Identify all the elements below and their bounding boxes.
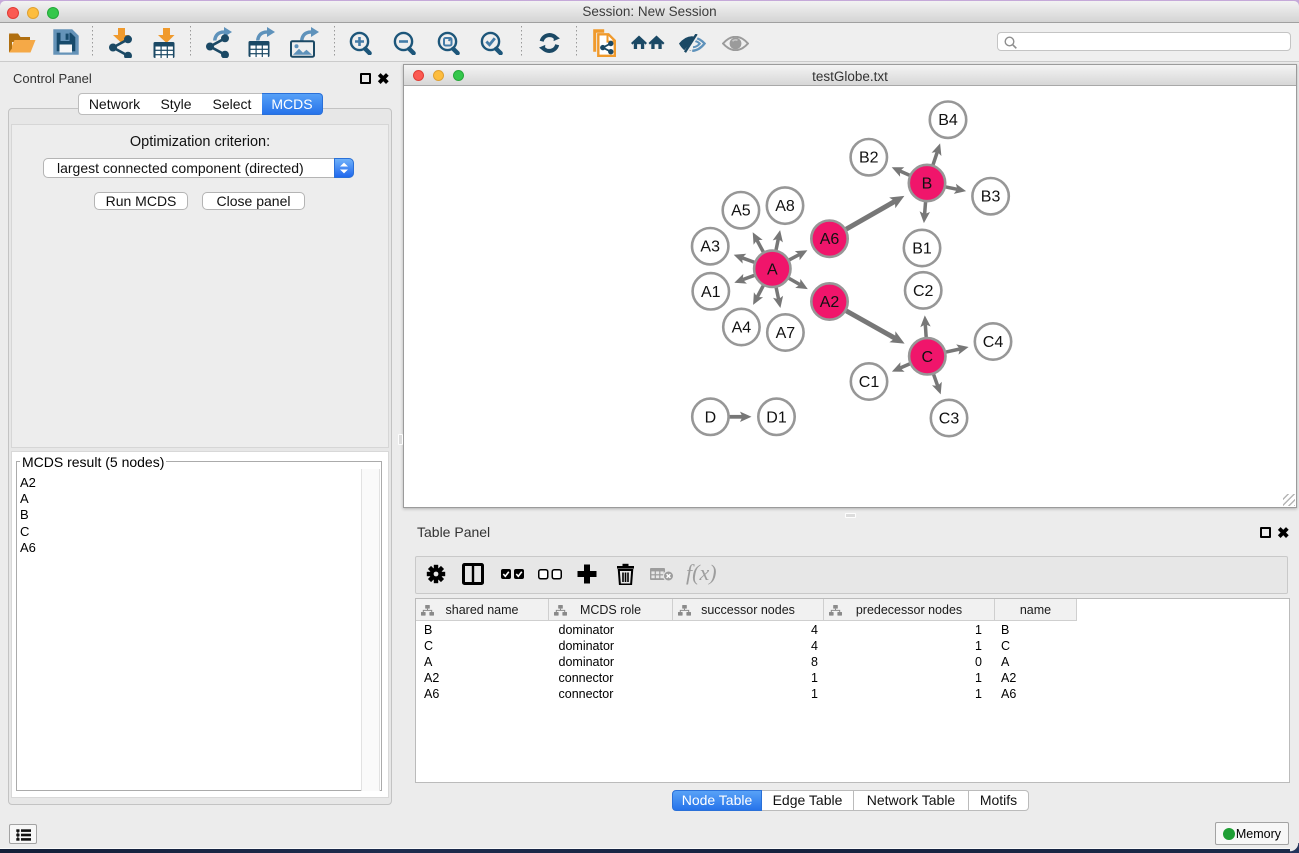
svg-text:A: A bbox=[767, 261, 778, 278]
svg-text:A6: A6 bbox=[820, 231, 840, 248]
svg-text:B1: B1 bbox=[912, 241, 932, 258]
svg-text:A2: A2 bbox=[820, 294, 840, 311]
svg-text:C4: C4 bbox=[983, 334, 1004, 351]
svg-text:C2: C2 bbox=[913, 283, 934, 300]
svg-text:A7: A7 bbox=[776, 325, 796, 342]
svg-text:C: C bbox=[922, 349, 934, 366]
svg-text:A4: A4 bbox=[732, 320, 752, 337]
svg-text:D: D bbox=[705, 409, 717, 426]
svg-text:C3: C3 bbox=[939, 411, 960, 428]
svg-text:B3: B3 bbox=[981, 189, 1001, 206]
svg-text:C1: C1 bbox=[859, 374, 880, 391]
svg-text:B2: B2 bbox=[859, 150, 879, 167]
svg-text:B: B bbox=[922, 176, 933, 193]
svg-text:A5: A5 bbox=[731, 203, 751, 220]
svg-text:A1: A1 bbox=[701, 284, 721, 301]
svg-text:B4: B4 bbox=[938, 112, 958, 129]
svg-text:A3: A3 bbox=[700, 239, 720, 256]
svg-text:A8: A8 bbox=[775, 198, 795, 215]
svg-text:D1: D1 bbox=[766, 409, 787, 426]
